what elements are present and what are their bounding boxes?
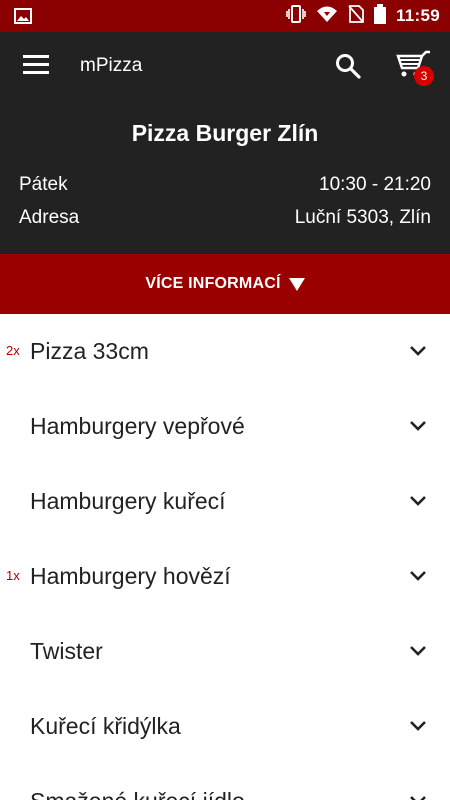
category-label: Pizza 33cm — [30, 338, 149, 364]
search-button[interactable] — [334, 52, 364, 82]
chevron-down-icon — [410, 421, 426, 431]
category-label: Smažené kuřecí jídlo — [30, 788, 245, 800]
category-item-kureci-kridylka[interactable]: Kuřecí křidýlka — [0, 689, 450, 764]
chevron-down-icon — [410, 721, 426, 731]
cart-button[interactable]: 3 — [396, 50, 436, 86]
wifi-icon — [316, 5, 338, 28]
chevron-down-icon — [410, 346, 426, 356]
toolbar: mPizza 3 — [0, 32, 450, 102]
vibrate-icon — [286, 4, 306, 28]
opening-hours-row: Pátek 10:30 - 21:20 — [19, 174, 431, 200]
hamburger-menu-icon — [23, 55, 49, 74]
category-item-smazene-kureci-jidlo[interactable]: Smažené kuřecí jídlo — [0, 764, 450, 800]
chevron-down-icon — [410, 496, 426, 506]
app-title: mPizza — [80, 55, 143, 76]
status-time: 11:59 — [395, 6, 440, 25]
category-item-hamburgery-hovezi[interactable]: 1x Hamburgery hovězí — [0, 539, 450, 614]
more-info-button[interactable]: VÍCE INFORMACÍ — [0, 254, 450, 314]
no-sim-icon — [348, 4, 364, 28]
search-icon — [336, 54, 361, 79]
category-label: Kuřecí křidýlka — [30, 713, 181, 739]
address-value: Luční 5303, Zlín — [294, 207, 431, 228]
category-label: Hamburgery kuřecí — [30, 488, 226, 514]
battery-icon — [373, 3, 386, 29]
category-item-twister[interactable]: Twister — [0, 614, 450, 689]
opening-hours: 10:30 - 21:20 — [319, 174, 431, 195]
restaurant-name: Pizza Burger Zlín — [131, 120, 319, 146]
more-info-label: VÍCE INFORMACÍ — [145, 275, 281, 292]
day-label: Pátek — [19, 174, 68, 195]
image-icon — [14, 8, 32, 29]
chevron-down-icon — [410, 571, 426, 581]
category-item-hamburgery-kureci[interactable]: Hamburgery kuřecí — [0, 464, 450, 539]
category-quantity: 2x — [6, 343, 20, 358]
chevron-down-icon — [410, 646, 426, 656]
menu-button[interactable] — [22, 52, 58, 82]
cart-count-badge: 3 — [414, 66, 434, 86]
address-row: Adresa Luční 5303, Zlín — [19, 207, 431, 233]
category-quantity: 1x — [6, 568, 20, 583]
category-label: Hamburgery hovězí — [30, 563, 231, 589]
category-item-hamburgery-veprove[interactable]: Hamburgery vepřové — [0, 389, 450, 464]
category-item-pizza[interactable]: 2x Pizza 33cm — [0, 314, 450, 389]
category-label: Twister — [30, 638, 103, 664]
triangle-down-icon — [288, 278, 305, 291]
status-bar: 11:59 — [0, 0, 450, 32]
address-label: Adresa — [19, 207, 80, 228]
restaurant-header: mPizza 3 Pizza Burger Zlín Pátek 10:30 -… — [0, 32, 450, 254]
category-label: Hamburgery vepřové — [30, 413, 245, 439]
chevron-down-icon — [410, 796, 426, 800]
